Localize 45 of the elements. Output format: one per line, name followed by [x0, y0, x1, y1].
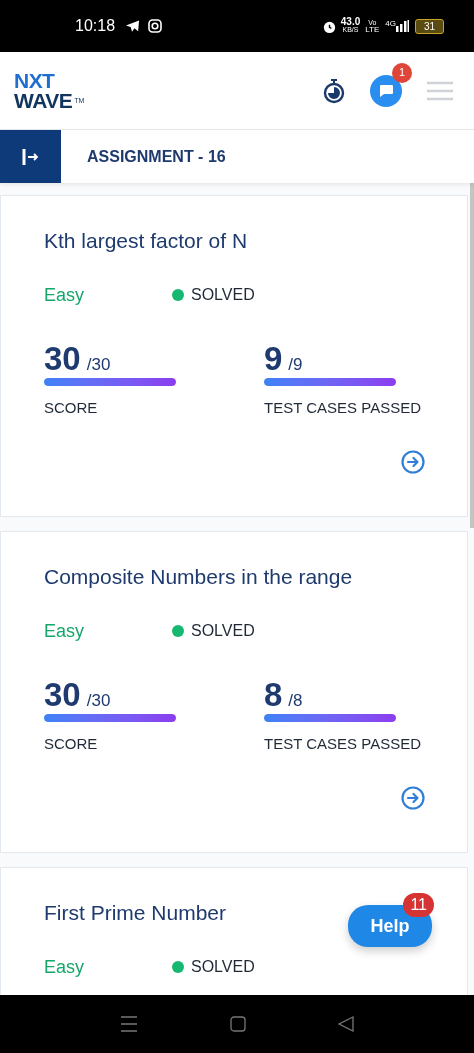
score-label: SCORE	[44, 398, 99, 418]
expand-arrow-icon	[21, 148, 40, 165]
camera-icon	[148, 19, 163, 33]
problem-title: First Prime Number	[44, 900, 227, 926]
test-cases-value: 8	[264, 675, 283, 715]
clock-time: 10:18	[75, 16, 116, 36]
logo-bottom-text: WAVE	[14, 90, 73, 111]
chat-bubble-icon	[378, 83, 394, 98]
problem-card[interactable]: Kth largest factor of N Easy SOLVED 30 /30 SCORE 9 /9 TEST CASES PASSED	[0, 195, 468, 517]
paper-plane-icon	[125, 19, 141, 33]
signal-icon	[396, 20, 409, 32]
score-label: SCORE	[44, 734, 99, 754]
stopwatch-icon[interactable]	[322, 77, 346, 104]
lte-label: LTE	[365, 26, 380, 33]
home-icon[interactable]	[230, 1016, 246, 1032]
network-type: 4G	[385, 18, 396, 30]
status-label: SOLVED	[191, 285, 255, 305]
chat-button[interactable]	[370, 74, 402, 107]
test-cases-label: TEST CASES PASSED	[264, 734, 421, 754]
difficulty-label: Easy	[44, 619, 86, 643]
test-cases-value: 9	[264, 339, 283, 379]
problem-card[interactable]: Composite Numbers in the range Easy SOLVED 30 /30 SCORE 8 /8 TEST CASES PASSED	[0, 531, 468, 853]
network-speed: 43.0	[340, 18, 361, 26]
sidebar-toggle-button[interactable]	[0, 130, 61, 183]
difficulty-label: Easy	[44, 283, 86, 307]
arrow-right-circle-icon[interactable]	[401, 785, 425, 810]
status-label: SOLVED	[191, 621, 255, 641]
score-total: /30	[86, 690, 111, 712]
score-value: 30	[44, 675, 81, 715]
test-cases-label: TEST CASES PASSED	[264, 398, 421, 418]
problem-title: Composite Numbers in the range	[44, 564, 353, 590]
arrow-right-circle-icon[interactable]	[401, 449, 425, 474]
difficulty-label: Easy	[44, 955, 86, 979]
notification-badge: 1	[392, 62, 412, 83]
back-icon[interactable]	[338, 1016, 354, 1032]
test-cases-total: /9	[288, 354, 303, 376]
status-label: SOLVED	[191, 957, 255, 977]
score-value: 30	[44, 339, 81, 379]
logo-top-text: NXT	[14, 70, 56, 91]
test-cases-total: /8	[288, 690, 303, 712]
score-total: /30	[86, 354, 111, 376]
assignment-title: ASSIGNMENT - 16	[87, 146, 226, 167]
battery-indicator: 31	[415, 18, 444, 34]
recent-apps-icon[interactable]	[120, 1016, 138, 1032]
problem-title: Kth largest factor of N	[44, 228, 248, 254]
